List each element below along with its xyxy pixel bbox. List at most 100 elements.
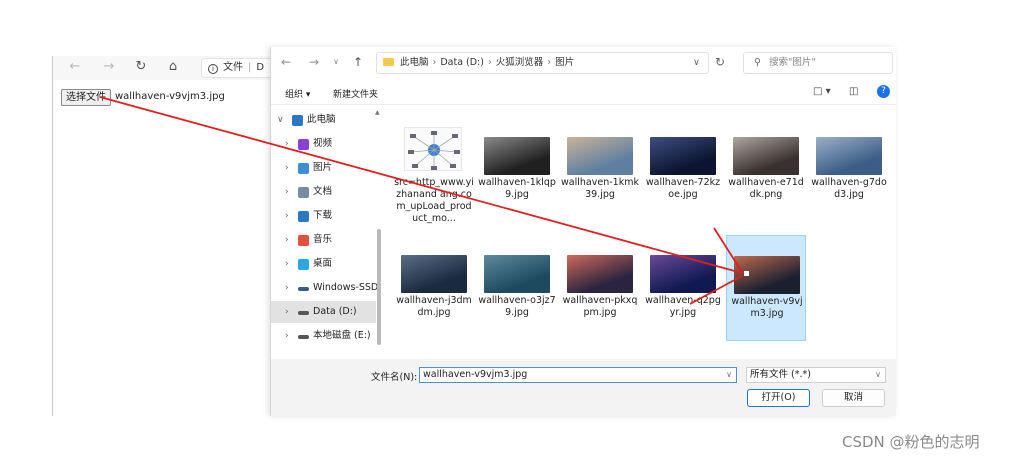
chevron-right-icon[interactable]: ›: [285, 325, 289, 347]
file-item[interactable]: src=http_www.yizhanand ang.com_upLoad_pr…: [394, 117, 474, 224]
file-type-value: 所有文件 (*.*): [750, 369, 811, 380]
navigation-pane: ∨ 此电脑 › 视频 › 图片 › 文档 › 下载 › 音乐 › 桌面 › Windows-SSD › Data …: [271, 109, 379, 359]
chevron-right-icon[interactable]: ›: [285, 253, 289, 275]
back-icon[interactable]: ←: [279, 55, 293, 69]
chevron-right-icon[interactable]: ›: [285, 133, 289, 155]
forward-icon[interactable]: →: [101, 59, 117, 75]
help-icon[interactable]: ?: [877, 85, 890, 98]
forward-icon[interactable]: →: [307, 55, 321, 69]
file-item[interactable]: wallhaven-1klqp9.jpg: [477, 117, 557, 223]
refresh-icon[interactable]: ↻: [715, 55, 725, 69]
file-item[interactable]: wallhaven-j3dmdm.jpg: [394, 235, 474, 341]
file-name: wallhaven-q2pgyr.jpg: [645, 295, 721, 318]
drive-icon: [298, 335, 309, 339]
sidebar-item[interactable]: › Windows-SSD: [271, 277, 379, 299]
documents-icon: [298, 187, 309, 198]
sidebar-item[interactable]: › 桌面: [271, 253, 376, 275]
choose-file-button[interactable]: 选择文件: [61, 89, 111, 106]
chevron-down-icon[interactable]: ∨: [726, 368, 732, 382]
file-item[interactable]: wallhaven-1kmk39.jpg: [560, 117, 640, 223]
desktop-icon: [298, 259, 309, 270]
search-box[interactable]: ⚲ 搜索"图片": [743, 52, 893, 74]
file-item[interactable]: wallhaven-q2pgyr.jpg: [643, 235, 723, 341]
view-options-icon[interactable]: □ ▾: [813, 86, 831, 97]
file-thumbnail: [734, 256, 800, 294]
drive-icon: [298, 287, 309, 291]
chevron-down-icon[interactable]: ∨: [875, 368, 881, 382]
drive-icon: [298, 311, 309, 315]
breadcrumb-items[interactable]: 此电脑 › Data (D:) › 火狐浏览器 › 图片: [400, 57, 574, 68]
breadcrumb-item[interactable]: 火狐浏览器: [496, 57, 544, 68]
preview-pane-icon[interactable]: ◫: [849, 86, 858, 97]
chevron-right-icon[interactable]: ›: [285, 205, 289, 227]
file-item[interactable]: wallhaven-pkxqpm.jpg: [560, 235, 640, 341]
info-icon[interactable]: i: [208, 64, 218, 74]
chevron-right-icon[interactable]: ›: [285, 277, 289, 299]
filename-value: wallhaven-v9vjm3.jpg: [423, 369, 528, 380]
sidebar-item[interactable]: › Data (D:): [271, 301, 376, 323]
sidebar-item[interactable]: › 本地磁盘 (E:): [271, 325, 376, 347]
file-item[interactable]: wallhaven-v9vjm3.jpg: [726, 235, 806, 341]
new-folder-button[interactable]: 新建文件夹: [333, 87, 378, 100]
file-item[interactable]: wallhaven-72kzoe.jpg: [643, 117, 723, 223]
scrollbar-thumb[interactable]: [377, 229, 381, 345]
sidebar-item[interactable]: › 视频: [271, 133, 376, 155]
sidebar-item-label: 文档: [313, 186, 333, 197]
chevron-right-icon[interactable]: ›: [285, 301, 289, 323]
sidebar-item-label: 桌面: [313, 258, 333, 269]
file-name: wallhaven-j3dmdm.jpg: [396, 295, 472, 318]
recent-dropdown-icon[interactable]: ∨: [329, 55, 343, 69]
sidebar-item[interactable]: › 下载: [271, 205, 376, 227]
address-bar: ← → ∨ ↑ 此电脑 › Data (D:) › 火狐浏览器 › 图片 ∨ ↻ ⚲ 搜索"图…: [271, 47, 896, 79]
chevron-right-icon[interactable]: ›: [285, 181, 289, 203]
breadcrumb-item[interactable]: 此电脑: [400, 57, 429, 68]
breadcrumb-separator: ›: [547, 57, 552, 68]
file-open-dialog: ← → ∨ ↑ 此电脑 › Data (D:) › 火狐浏览器 › 图片 ∨ ↻ ⚲ 搜索"图…: [270, 47, 896, 416]
watermark: CSDN @粉色的志明: [842, 433, 980, 451]
organize-button[interactable]: 组织 ▾: [285, 87, 310, 100]
browser-toolbar: ← → ↻ ⌂ i 文件 | D: [53, 56, 291, 80]
sidebar-item[interactable]: › 文档: [271, 181, 376, 203]
file-item[interactable]: wallhaven-o3jz79.jpg: [477, 235, 557, 341]
sidebar-item-label: Windows-SSD: [313, 282, 379, 293]
file-type-select[interactable]: 所有文件 (*.*) ∨: [746, 367, 886, 383]
filename-input[interactable]: wallhaven-v9vjm3.jpg ∨: [419, 367, 737, 383]
chevron-down-icon[interactable]: ∨: [693, 53, 700, 73]
cancel-button[interactable]: 取消: [822, 389, 885, 407]
file-thumbnail: [650, 137, 716, 175]
file-thumbnail: [567, 137, 633, 175]
sidebar-item[interactable]: › 音乐: [271, 229, 376, 251]
file-name: wallhaven-g7dod3.jpg: [811, 177, 887, 200]
reload-icon[interactable]: ↻: [133, 59, 149, 75]
back-icon[interactable]: ←: [67, 59, 83, 75]
open-button[interactable]: 打开(O): [747, 389, 810, 407]
breadcrumb-separator: ›: [432, 57, 437, 68]
up-icon[interactable]: ↑: [351, 55, 365, 69]
file-name: wallhaven-72kzoe.jpg: [645, 177, 721, 200]
sidebar-item-label: 下载: [313, 210, 333, 221]
sidebar-item-label: 图片: [313, 162, 333, 173]
file-item[interactable]: wallhaven-g7dod3.jpg: [809, 117, 889, 223]
breadcrumb[interactable]: 此电脑 › Data (D:) › 火狐浏览器 › 图片 ∨: [376, 52, 709, 74]
sidebar-item-label: 视频: [313, 138, 333, 149]
pictures-icon: [298, 163, 309, 174]
sidebar-item-label: 本地磁盘 (E:): [313, 330, 371, 341]
chevron-down-icon[interactable]: ∨: [277, 109, 284, 131]
chevron-right-icon[interactable]: ›: [285, 157, 289, 179]
sidebar-item[interactable]: › 图片: [271, 157, 376, 179]
file-thumbnail: [816, 137, 882, 175]
sidebar-item-label: 音乐: [313, 234, 333, 245]
file-list: src=http_www.yizhanand ang.com_upLoad_pr…: [384, 109, 896, 359]
home-icon[interactable]: ⌂: [165, 59, 181, 75]
sidebar-item[interactable]: ∨ 此电脑: [271, 109, 376, 131]
file-item[interactable]: wallhaven-e71ddk.png: [726, 117, 806, 223]
sidebar-scrollbar[interactable]: [377, 109, 381, 359]
chevron-right-icon[interactable]: ›: [285, 229, 289, 251]
breadcrumb-item[interactable]: Data (D:): [440, 57, 484, 68]
file-thumbnail: [650, 255, 716, 293]
browser-window: ← → ↻ ⌂ i 文件 | D 选择文件 wallhaven-v9vjm3.jpg: [52, 56, 291, 416]
breadcrumb-item[interactable]: 图片: [555, 57, 574, 68]
breadcrumb-separator: ›: [487, 57, 492, 68]
folder-icon: [383, 58, 394, 66]
file-thumbnail: [401, 255, 467, 293]
